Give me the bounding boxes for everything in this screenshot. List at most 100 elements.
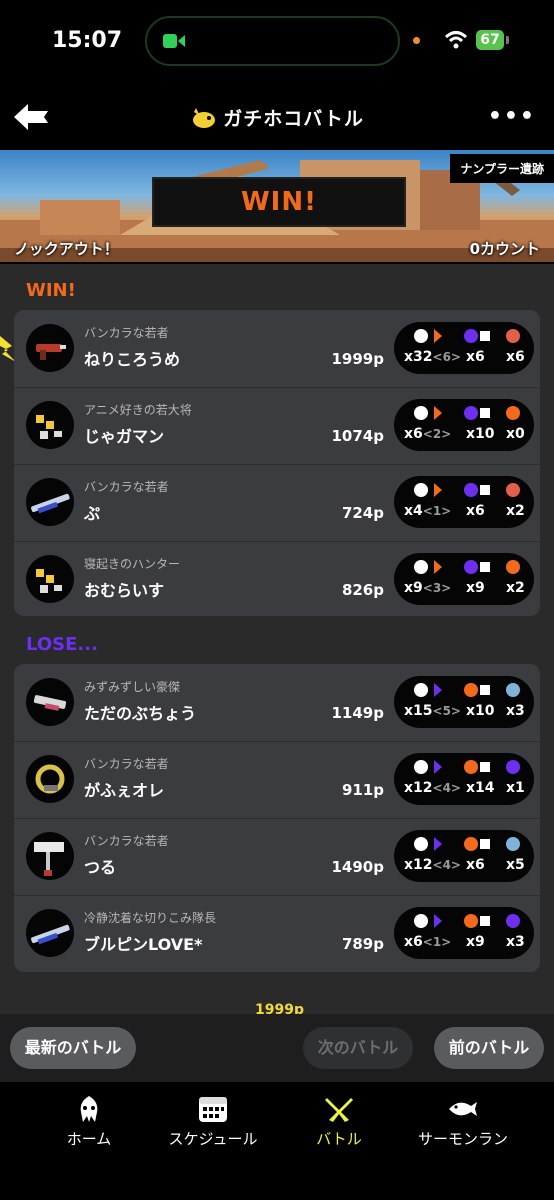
death-count: x10: [466, 426, 495, 442]
tab-label: バトル: [316, 1130, 362, 1148]
facetime-camera-icon: [163, 34, 185, 48]
kill-count: x12<4>: [404, 780, 461, 796]
battle-navigation: 最新のバトル 次のバトル 前のバトル: [0, 1014, 554, 1082]
stage-name: ナンプラー遺跡: [450, 154, 554, 183]
special-icon: [502, 327, 524, 345]
player-title: みずみずしい豪傑: [84, 680, 181, 694]
death-icon: [462, 758, 492, 776]
tab-home[interactable]: ホーム: [34, 1094, 144, 1149]
status-time: 15:07: [52, 28, 123, 53]
player-row[interactable]: 冷静沈着な切りこみ隊長 ブルピンLOVE* 789p x6<1> x9 x3: [14, 895, 540, 972]
special-count: x2: [506, 503, 525, 519]
kill-assist-icon: [412, 758, 456, 776]
tab-label: サーモンラン: [417, 1130, 508, 1148]
kill-count: x6<2>: [404, 426, 452, 442]
special-count: x5: [506, 857, 525, 873]
death-count: x9: [466, 934, 485, 950]
death-count: x14: [466, 780, 495, 796]
tab-bar: ホーム スケジュール バトル サーモンラン: [0, 1082, 554, 1200]
player-points: 1074p: [331, 427, 385, 445]
result-box: WIN!: [152, 177, 406, 227]
special-icon: [502, 558, 524, 576]
player-points: 1999p: [331, 350, 385, 368]
player-name: つる: [84, 858, 117, 877]
player-name: ぷ: [84, 504, 101, 523]
battery-tip: [506, 36, 509, 44]
more-menu-button[interactable]: •••: [488, 104, 536, 129]
win-team-label: WIN!: [26, 280, 76, 301]
calendar-icon: [199, 1097, 227, 1122]
player-name: おむらいす: [84, 581, 165, 600]
special-count: x6: [506, 349, 525, 365]
player-title: バンカラな若者: [84, 834, 169, 848]
tab-salmon-run[interactable]: サーモンラン: [408, 1094, 518, 1149]
next-battle-button[interactable]: 次のバトル: [303, 1027, 413, 1069]
kill-assist-icon: [412, 681, 456, 699]
squid-icon: [80, 1096, 98, 1122]
death-icon: [462, 681, 492, 699]
player-row[interactable]: みずみずしい豪傑 ただのぶちょう 1149p x15<5> x10 x3: [14, 664, 540, 742]
rainmaker-icon: [193, 107, 216, 128]
special-count: x2: [506, 580, 525, 596]
page-title: ガチホコバトル: [223, 108, 364, 130]
privacy-indicator-dot: [413, 37, 420, 44]
death-icon: [462, 481, 492, 499]
player-name: ブルピンLOVE*: [84, 935, 203, 954]
special-count: x0: [506, 426, 525, 442]
kill-count: x4<1>: [404, 503, 452, 519]
player-points: 826p: [341, 581, 384, 599]
death-count: x6: [466, 857, 485, 873]
kill-count: x12<4>: [404, 857, 461, 873]
page-title-wrap: ガチホコバトル: [0, 104, 554, 131]
knockout-label: ノックアウト！: [14, 240, 119, 258]
player-name: ただのぶちょう: [84, 704, 197, 723]
weapon-icon: [26, 324, 74, 372]
kill-assist-icon: [412, 404, 456, 422]
tab-battle[interactable]: バトル: [284, 1094, 394, 1149]
kill-assist-icon: [412, 835, 456, 853]
player-row[interactable]: バンカラな若者 つる 1490p x12<4> x6 x5: [14, 818, 540, 896]
death-count: x10: [466, 703, 495, 719]
player-points: 911p: [341, 781, 384, 799]
player-points: 1149p: [331, 704, 385, 722]
app-header: ガチホコバトル •••: [0, 86, 554, 148]
kill-assist-icon: [412, 558, 456, 576]
count-label: 0カウント: [469, 240, 540, 258]
battle-detail[interactable]: WIN! バンカラな若者 ねりころうめ 1999p x32<6> x6 x6 ア…: [0, 264, 554, 1014]
player-title: 冷静沈着な切りこみ隊長: [84, 911, 217, 925]
player-points: 1490p: [331, 858, 385, 876]
tab-label: スケジュール: [168, 1130, 258, 1148]
player-stats: x6<1> x9 x3: [394, 907, 534, 959]
battery-level: 67: [476, 30, 504, 50]
previous-battle-button[interactable]: 前のバトル: [434, 1027, 544, 1069]
player-row[interactable]: バンカラな若者 ぷ 724p x4<1> x6 x2: [14, 464, 540, 542]
wifi-icon: [444, 31, 468, 49]
tab-schedule[interactable]: スケジュール: [158, 1094, 268, 1149]
special-count: x3: [506, 934, 525, 950]
kill-assist-icon: [412, 912, 456, 930]
result-text: WIN!: [241, 187, 317, 217]
player-name: がふぇオレ: [84, 781, 165, 800]
kill-count: x6<1>: [404, 934, 452, 950]
player-row[interactable]: バンカラな若者 がふぇオレ 911p x12<4> x14 x1: [14, 741, 540, 819]
player-row[interactable]: 寝起きのハンター おむらいす 826p x9<3> x9 x2: [14, 541, 540, 618]
player-points: 789p: [341, 935, 384, 953]
player-row[interactable]: アニメ好きの若大将 じゃガマン 1074p x6<2> x10 x0: [14, 387, 540, 465]
win-team-list: バンカラな若者 ねりころうめ 1999p x32<6> x6 x6 アニメ好きの…: [14, 310, 540, 616]
death-icon: [462, 558, 492, 576]
special-count: x1: [506, 780, 525, 796]
weapon-icon: [26, 909, 74, 957]
player-row[interactable]: バンカラな若者 ねりころうめ 1999p x32<6> x6 x6: [14, 310, 540, 388]
crossed-weapons-icon: [325, 1098, 353, 1122]
death-icon: [462, 835, 492, 853]
player-title: バンカラな若者: [84, 480, 169, 494]
kill-count: x9<3>: [404, 580, 452, 596]
player-stats: x4<1> x6 x2: [394, 476, 534, 528]
special-icon: [502, 912, 524, 930]
latest-battle-button[interactable]: 最新のバトル: [10, 1027, 136, 1069]
special-icon: [502, 835, 524, 853]
player-stats: x9<3> x9 x2: [394, 553, 534, 605]
weapon-icon: [26, 755, 74, 803]
kill-assist-icon: [412, 327, 456, 345]
dynamic-island: [145, 16, 400, 66]
